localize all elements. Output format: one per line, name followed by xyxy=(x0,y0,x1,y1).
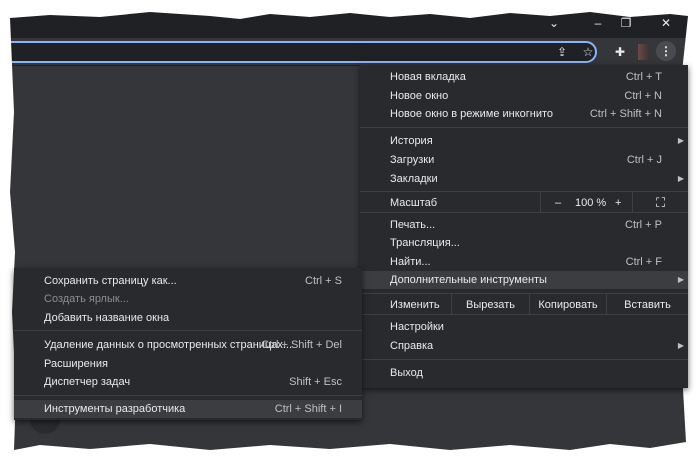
submenu-item-name-window[interactable]: Добавить название окна xyxy=(14,309,362,327)
toolbar: ⇪ ☆ ✚ ⋮ xyxy=(10,38,688,66)
shortcut: Ctrl + Shift + Del xyxy=(261,339,342,351)
shortcut: Shift + Esc xyxy=(289,376,342,388)
label: Справка xyxy=(390,340,434,352)
chevron-right-icon: ▶ xyxy=(677,174,684,183)
label: Удаление данных о просмотренных страница… xyxy=(44,339,293,351)
shortcut: Ctrl + Shift + I xyxy=(274,403,342,415)
profile-avatar[interactable] xyxy=(638,44,650,60)
menu-item-print[interactable]: Печать... Ctrl + P xyxy=(360,216,688,234)
menu-item-more-tools[interactable]: Дополнительные инструменты ▶ xyxy=(360,271,688,289)
menu-item-help[interactable]: Справка ▶ xyxy=(360,337,688,355)
label: История xyxy=(390,135,433,147)
shortcut: Ctrl + N xyxy=(624,90,662,102)
label: Трансляция... xyxy=(390,237,460,249)
separator xyxy=(360,359,688,360)
zoom-value: 100 % xyxy=(575,197,607,209)
menu-item-new-tab[interactable]: Новая вкладка Ctrl + T xyxy=(360,68,688,86)
menu-item-incognito[interactable]: Новое окно в режиме инкогнито Ctrl + Shif… xyxy=(360,105,688,123)
shortcut: Ctrl + J xyxy=(626,154,662,166)
shortcut: Ctrl + Shift + N xyxy=(589,108,662,120)
more-tools-submenu: Сохранить страницу как... Ctrl + S Создат… xyxy=(14,268,362,420)
title-bar: ⌄ – ❐ ✕ xyxy=(10,12,688,38)
cut-button[interactable]: Вырезать xyxy=(451,294,529,314)
minimize-button[interactable]: – xyxy=(588,16,608,30)
submenu-item-create-shortcut[interactable]: Создать ярлык... xyxy=(14,290,362,308)
submenu-item-clear-data[interactable]: Удаление данных о просмотренных страница… xyxy=(14,336,362,354)
submenu-item-extensions[interactable]: Расширения xyxy=(14,355,362,373)
submenu-item-task-manager[interactable]: Диспетчер задач Shift + Esc xyxy=(14,373,362,391)
shortcut: Ctrl + P xyxy=(625,219,662,231)
edit-row: Изменить Вырезать Копировать Вставить xyxy=(360,293,688,315)
label: Сохранить страницу как... xyxy=(44,275,177,287)
zoom-out-button[interactable]: – xyxy=(555,192,561,214)
shortcut: Ctrl + F xyxy=(625,256,662,268)
menu-item-history[interactable]: История ▶ xyxy=(360,132,688,150)
menu-item-new-window[interactable]: Новое окно Ctrl + N xyxy=(360,87,688,105)
menu-item-find[interactable]: Найти... Ctrl + F xyxy=(360,253,688,271)
shortcut: Ctrl + S xyxy=(305,275,342,287)
label: Диспетчер задач xyxy=(44,376,131,388)
extensions-icon[interactable]: ✚ xyxy=(612,45,628,59)
submenu-item-developer-tools[interactable]: Инструменты разработчика Ctrl + Shift + I xyxy=(14,400,362,418)
label: Новое окно xyxy=(390,90,449,102)
paste-button[interactable]: Вставить xyxy=(606,294,688,314)
label: Добавить название окна xyxy=(44,312,170,324)
chevron-right-icon: ▶ xyxy=(677,275,684,284)
menu-item-cast[interactable]: Трансляция... xyxy=(360,234,688,252)
label: Новая вкладка xyxy=(390,71,466,83)
label: Закладки xyxy=(390,173,438,185)
label: Расширения xyxy=(44,358,108,370)
close-button[interactable]: ✕ xyxy=(656,16,676,30)
label: Создать ярлык... xyxy=(44,293,129,305)
chevron-right-icon: ▶ xyxy=(677,341,684,350)
shortcut: Ctrl + T xyxy=(625,71,662,83)
menu-item-exit[interactable]: Выход xyxy=(360,364,688,382)
label: Найти... xyxy=(390,256,431,268)
menu-item-bookmarks[interactable]: Закладки ▶ xyxy=(360,170,688,188)
edit-label: Изменить xyxy=(390,299,440,311)
menu-item-settings[interactable]: Настройки xyxy=(360,318,688,336)
label: Настройки xyxy=(390,321,444,333)
fullscreen-button[interactable]: ⛶ xyxy=(632,192,688,212)
zoom-row: Масштаб – 100 % + ⛶ xyxy=(360,191,688,213)
label: Новое окно в режиме инкогнито xyxy=(390,108,554,120)
share-icon[interactable]: ⇪ xyxy=(554,45,570,59)
restore-button[interactable]: ❐ xyxy=(616,16,636,30)
bookmark-star-icon[interactable]: ☆ xyxy=(580,45,596,59)
copy-button[interactable]: Копировать xyxy=(529,294,606,314)
submenu-item-save-page[interactable]: Сохранить страницу как... Ctrl + S xyxy=(14,272,362,290)
chrome-main-menu: Новая вкладка Ctrl + T Новое окно Ctrl + N… xyxy=(360,65,688,388)
zoom-label: Масштаб xyxy=(390,197,438,209)
tab-search-button[interactable]: ⌄ xyxy=(544,16,564,30)
menu-item-downloads[interactable]: Загрузки Ctrl + J xyxy=(360,151,688,169)
separator xyxy=(14,330,362,331)
zoom-controls: – 100 % + xyxy=(540,192,632,212)
separator xyxy=(360,127,688,128)
label: Загрузки xyxy=(390,154,435,166)
label: Дополнительные инструменты xyxy=(390,274,547,286)
menu-icon[interactable]: ⋮ xyxy=(656,41,676,61)
zoom-in-button[interactable]: + xyxy=(615,192,621,214)
separator xyxy=(14,395,362,396)
label: Печать... xyxy=(390,219,436,231)
address-bar[interactable]: ⇪ ☆ xyxy=(10,41,597,63)
label: Инструменты разработчика xyxy=(44,403,186,415)
chevron-right-icon: ▶ xyxy=(677,136,684,145)
label: Выход xyxy=(390,367,423,379)
